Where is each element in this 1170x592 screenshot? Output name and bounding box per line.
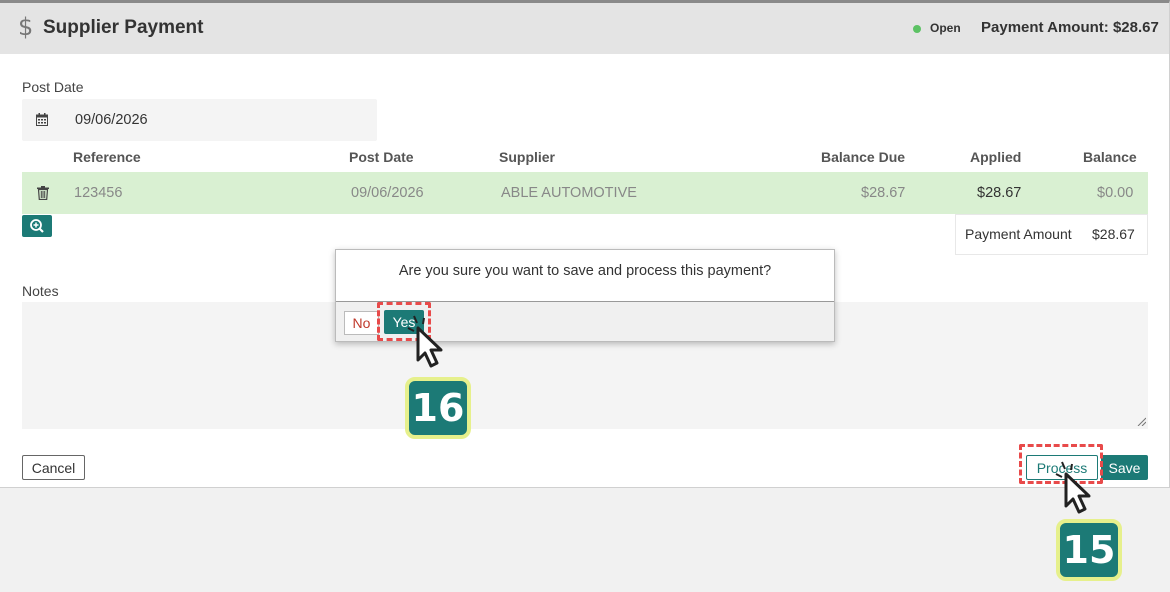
zoom-in-icon: [30, 219, 44, 233]
header-payment-amount: Payment Amount: $28.67: [981, 19, 1159, 36]
cell-balance-due: $28.67: [861, 185, 906, 201]
payment-summary: Payment Amount $28.67: [955, 214, 1148, 255]
cancel-button[interactable]: Cancel: [22, 455, 85, 480]
cell-supplier: ABLE AUTOMOTIVE: [501, 185, 637, 201]
column-header-post-date: Post Date: [349, 149, 414, 165]
supplier-payment-panel: $ Supplier Payment Open Payment Amount: …: [0, 0, 1170, 488]
resize-grip-icon[interactable]: [1136, 416, 1146, 426]
status-dot-icon: [913, 25, 921, 33]
calendar-icon[interactable]: [36, 113, 48, 126]
step-badge-15: 15: [1056, 519, 1122, 581]
summary-value: $28.67: [1092, 226, 1135, 242]
page-title: Supplier Payment: [43, 17, 204, 38]
column-header-balance-due: Balance Due: [821, 149, 906, 165]
column-header-applied: Applied: [970, 149, 1022, 165]
column-header-balance: Balance: [1083, 149, 1137, 165]
summary-label: Payment Amount: [965, 226, 1072, 242]
post-date-field[interactable]: 09/06/2026: [22, 99, 377, 141]
save-button[interactable]: Save: [1101, 455, 1148, 480]
post-date-value[interactable]: 09/06/2026: [75, 112, 148, 128]
step-badge-16: 16: [405, 377, 471, 439]
no-button[interactable]: No: [344, 311, 379, 335]
column-header-reference: Reference: [73, 149, 141, 165]
cell-applied[interactable]: $28.67: [977, 185, 1021, 201]
pointer-cursor-icon: [1055, 461, 1091, 514]
page-header: $ Supplier Payment Open Payment Amount: …: [0, 3, 1169, 54]
notes-label: Notes: [22, 283, 59, 299]
cell-post-date: 09/06/2026: [351, 185, 424, 201]
dollar-icon: $: [18, 13, 34, 41]
zoom-button[interactable]: [22, 215, 52, 237]
status-badge: Open: [930, 21, 961, 35]
pointer-cursor-icon: [407, 315, 443, 368]
table-row: 123456 09/06/2026 ABLE AUTOMOTIVE $28.67…: [22, 172, 1148, 214]
dialog-message: Are you sure you want to save and proces…: [398, 263, 772, 279]
trash-icon[interactable]: [37, 186, 49, 200]
cell-balance: $0.00: [1097, 185, 1134, 201]
cell-reference: 123456: [74, 185, 123, 201]
column-header-supplier: Supplier: [499, 149, 556, 165]
post-date-label: Post Date: [22, 79, 84, 95]
